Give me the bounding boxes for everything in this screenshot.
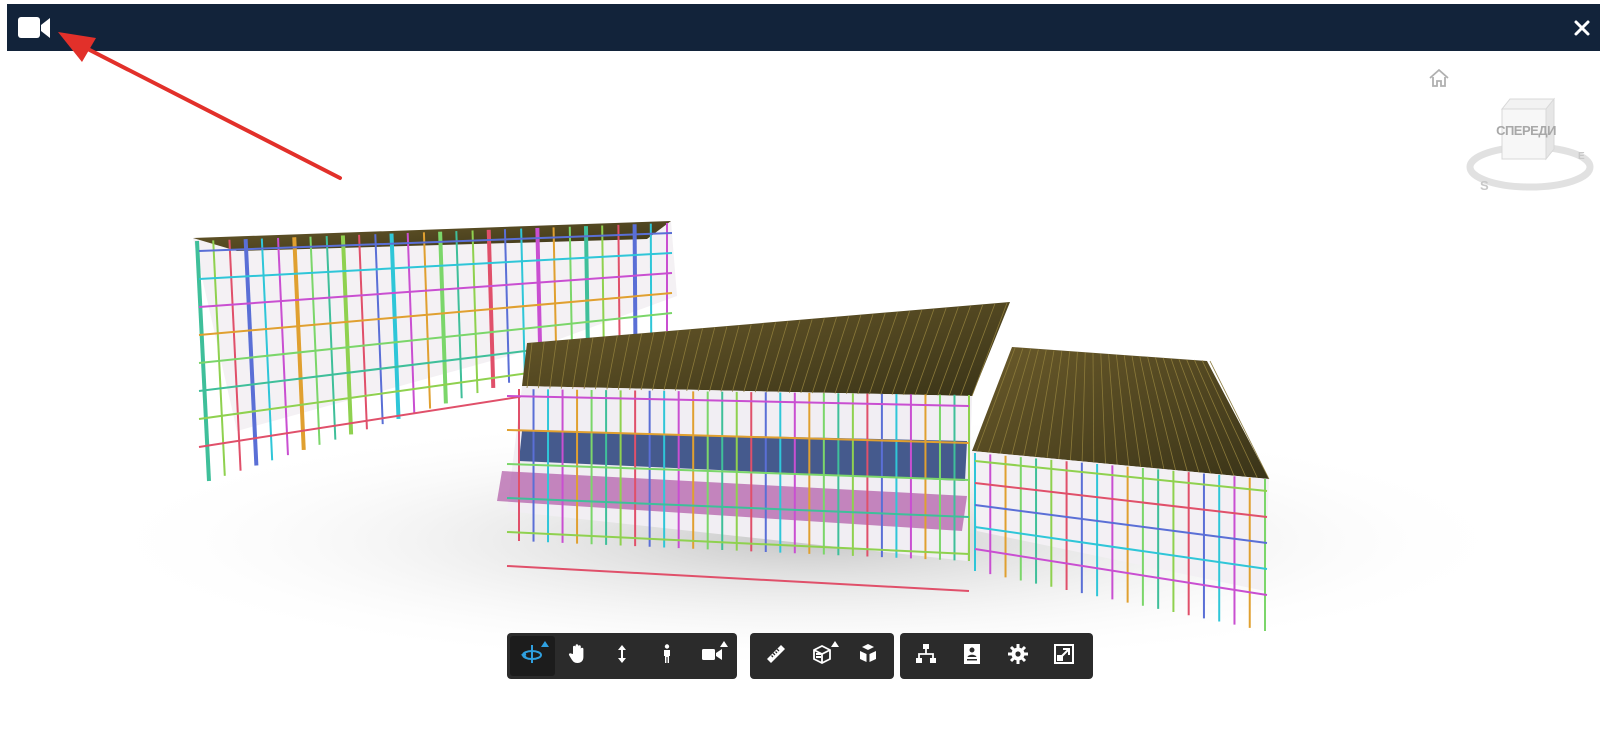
submenu-indicator [831, 641, 839, 647]
viewer-window: S E СПЕРЕДИ [0, 0, 1600, 751]
compass-south-label: S [1480, 178, 1489, 193]
fullscreen-button[interactable] [1041, 636, 1087, 676]
first-person-tool-button[interactable] [644, 636, 689, 676]
settings-gear-icon [1006, 642, 1030, 671]
viewer-title-bar [7, 4, 1600, 51]
home-icon[interactable] [1427, 67, 1451, 89]
zoom-arrows-icon [610, 642, 634, 671]
compass-east-label: E [1578, 151, 1585, 162]
pan-tool-button[interactable] [555, 636, 600, 676]
measure-ruler-icon [764, 642, 788, 671]
close-icon[interactable] [1568, 14, 1596, 42]
measure-tool-button[interactable] [753, 636, 799, 676]
settings-button[interactable] [995, 636, 1041, 676]
fullscreen-icon [1052, 642, 1076, 671]
camera-tool-button[interactable] [689, 636, 734, 676]
properties-icon [960, 642, 984, 671]
submenu-indicator [719, 641, 728, 647]
settings-toolbar [900, 633, 1093, 679]
navigation-toolbar [507, 633, 737, 679]
explode-tool-button[interactable] [845, 636, 891, 676]
explode-model-icon [856, 642, 880, 671]
orbit-tool-button[interactable] [510, 636, 555, 676]
modeling-toolbar [750, 633, 894, 679]
section-tool-button[interactable] [799, 636, 845, 676]
pan-hand-icon [565, 642, 589, 671]
zoom-tool-button[interactable] [600, 636, 645, 676]
video-camera-icon[interactable] [18, 15, 52, 41]
viewcube[interactable]: S E СПЕРЕДИ [1462, 91, 1597, 201]
model-browser-button[interactable] [903, 636, 949, 676]
submenu-indicator [540, 641, 549, 647]
model-browser-icon [914, 642, 938, 671]
properties-button[interactable] [949, 636, 995, 676]
first-person-icon [655, 642, 679, 671]
